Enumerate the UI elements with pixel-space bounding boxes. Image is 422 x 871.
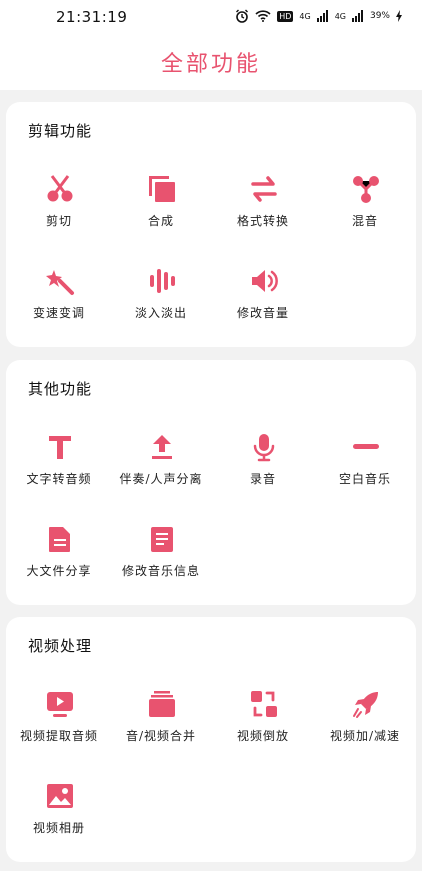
video-play-icon [47,692,73,717]
feature-label: 文字转音频 [26,472,92,486]
charging-icon [396,10,402,22]
swap-icon [251,176,277,202]
feature-label: 视频提取音频 [19,729,98,743]
feature-label: 视频加/减速 [329,729,401,743]
section-editing: 剪辑功能 剪切 合成 格式转换 混音 变速变调 淡入淡出 修改音量 [6,102,416,347]
feature-merge[interactable]: 合成 [110,174,212,244]
header: 全部功能 [0,36,422,90]
section-title: 剪辑功能 [28,122,93,140]
feature-label: 剪切 [45,214,72,228]
microphone-icon [253,434,275,462]
feature-edit-music-info[interactable]: 修改音乐信息 [110,524,212,594]
network-label-2: 4G [334,11,346,21]
page-title: 全部功能 [160,52,261,77]
section-video: 视频处理 视频提取音频 音/视频合并 视频倒放 视频加/减速 视频相册 [6,617,416,862]
feature-extract-audio[interactable]: 视频提取音频 [8,689,110,759]
feature-large-file-share[interactable]: 大文件分享 [8,524,110,594]
feature-label: 视频相册 [32,821,85,835]
text-icon [49,436,71,459]
feature-label: 混音 [351,214,378,228]
document-icon [151,527,173,552]
signal-icon-2 [351,10,363,22]
hd-icon: HD [277,10,294,22]
rocket-icon [353,692,378,718]
scissors-icon [47,175,73,202]
feature-label: 修改音量 [236,306,289,320]
feature-format-convert[interactable]: 格式转换 [212,174,314,244]
upload-icon [152,435,172,459]
feature-vocal-separation[interactable]: 伴奏/人声分离 [110,432,212,502]
feature-label: 变速变调 [32,306,85,320]
feature-label: 大文件分享 [26,564,92,578]
image-icon [47,784,73,808]
feature-record[interactable]: 录音 [212,432,314,502]
feature-video-reverse[interactable]: 视频倒放 [212,689,314,759]
battery-percent: 39% [369,11,390,21]
status-icons: HD 4G 4G 39% [235,9,402,23]
section-other: 其他功能 文字转音频 伴奏/人声分离 录音 空白音乐 大文件分享 修改音乐信息 [6,360,416,605]
feature-av-merge[interactable]: 音/视频合并 [110,689,212,759]
feature-label: 合成 [147,214,174,228]
feature-label: 空白音乐 [338,472,391,486]
feature-speed-pitch[interactable]: 变速变调 [8,266,110,336]
stack-icon [149,691,175,717]
volume-icon [252,270,278,292]
feature-video-album[interactable]: 视频相册 [8,781,110,851]
feature-label: 录音 [249,472,276,486]
merge-icon [149,176,175,202]
feature-volume[interactable]: 修改音量 [212,266,314,336]
feature-blank-music[interactable]: 空白音乐 [314,432,416,502]
feature-fade[interactable]: 淡入淡出 [110,266,212,336]
section-title: 视频处理 [28,637,93,655]
file-icon [49,527,70,552]
feature-label: 淡入淡出 [134,306,187,320]
network-label-1: 4G [299,11,311,21]
signal-icon [316,10,328,22]
feature-label: 视频倒放 [236,729,289,743]
feature-cut[interactable]: 剪切 [8,174,110,244]
feature-label: 音/视频合并 [125,729,197,743]
minus-icon [353,444,379,449]
feature-text-to-audio[interactable]: 文字转音频 [8,432,110,502]
feature-mix[interactable]: 混音 [314,174,416,244]
rotate-icon [251,691,277,717]
waveform-icon [150,269,175,293]
alarm-icon [236,9,249,23]
status-time: 21:31:19 [56,8,128,26]
mix-icon [353,176,379,203]
feature-label: 伴奏/人声分离 [119,472,203,486]
section-title: 其他功能 [28,380,93,398]
magic-wand-icon [46,270,74,295]
wifi-icon [255,10,271,22]
feature-label: 格式转换 [236,214,289,228]
feature-video-speed[interactable]: 视频加/减速 [314,689,416,759]
status-bar: 21:31:19 HD 4G 4G 39% [0,0,422,36]
feature-label: 修改音乐信息 [121,564,200,578]
